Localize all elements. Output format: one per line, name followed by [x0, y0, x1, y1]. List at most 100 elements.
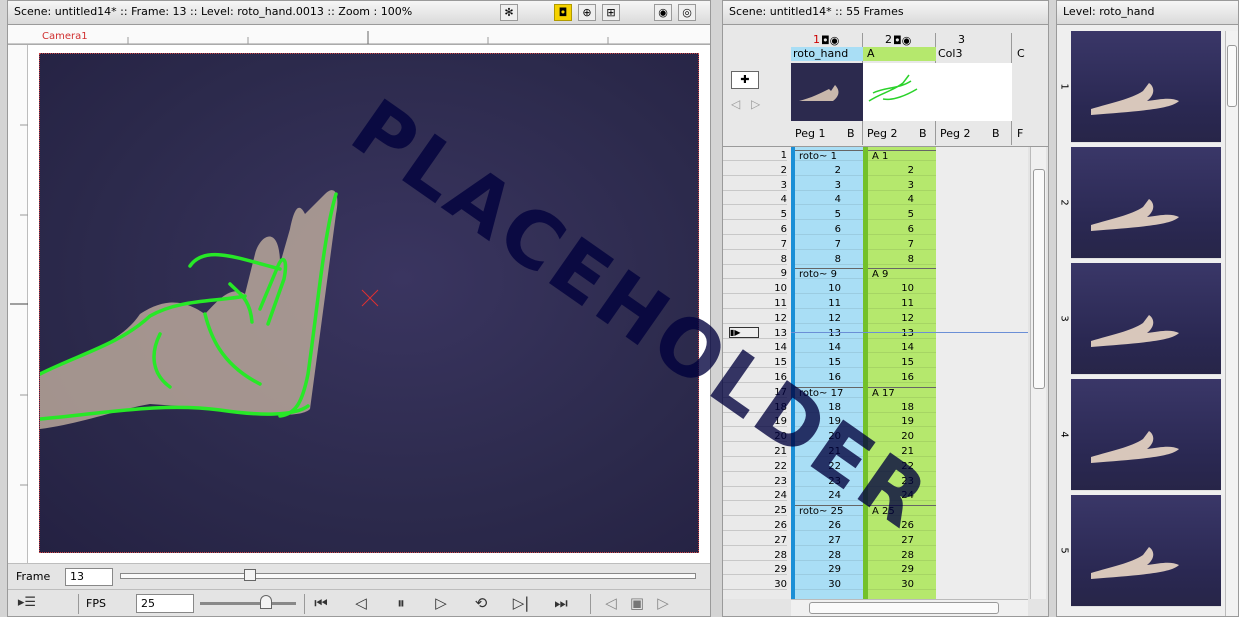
xsheet-cell[interactable]: 19 — [868, 416, 936, 428]
column-3-cells[interactable] — [936, 147, 1028, 599]
xsheet-cell[interactable]: 30 — [868, 579, 936, 591]
xsheet-cell[interactable]: 15 — [868, 357, 936, 369]
xsheet-cell[interactable]: 24 — [795, 490, 863, 502]
xsheet-cell[interactable]: 22 — [795, 461, 863, 472]
xsheet-cell[interactable]: 2 — [868, 165, 936, 176]
xsheet-cell[interactable]: 13 — [795, 328, 863, 339]
preview-eye-icon[interactable]: ◉ — [654, 4, 672, 21]
peg-label[interactable]: Peg 2 — [940, 127, 971, 140]
xsheet-cell[interactable]: 3 — [795, 180, 863, 191]
frame-number[interactable]: 15 — [723, 357, 787, 369]
frame-slider-handle[interactable] — [244, 569, 256, 581]
camstand-visible-icon[interactable]: ◘◉ — [893, 34, 911, 47]
scrollbar-thumb[interactable] — [809, 602, 999, 614]
frame-number[interactable]: 3 — [723, 180, 787, 191]
frame-number[interactable]: 26 — [723, 520, 787, 531]
frame-slider[interactable] — [120, 573, 696, 579]
scrollbar-thumb[interactable] — [1033, 169, 1045, 389]
frame-number[interactable]: 20 — [723, 431, 787, 443]
xsheet-cell[interactable]: 24 — [868, 490, 936, 502]
frame-number[interactable]: 17 — [723, 387, 787, 398]
xsheet-cell[interactable]: 3 — [868, 180, 936, 191]
xsheet-cell[interactable]: 5 — [868, 209, 936, 221]
peg-label[interactable]: Peg 2 — [867, 127, 898, 140]
play-icon[interactable]: ▷ — [428, 592, 454, 614]
xsheet-cell[interactable]: 27 — [868, 535, 936, 546]
xsheet-cell[interactable]: A 17 — [868, 386, 936, 399]
xsheet-cell[interactable]: 18 — [868, 402, 936, 413]
xsheet-cell[interactable]: 21 — [795, 446, 863, 457]
xsheet-cell[interactable]: 10 — [795, 283, 863, 295]
level-frame-thumbnail[interactable] — [1071, 263, 1221, 375]
playback-options-icon[interactable]: ▸☰ — [14, 592, 40, 614]
xsheet-cell[interactable]: A 1 — [868, 150, 936, 162]
frame-number[interactable]: 27 — [723, 535, 787, 546]
xsheet-cell[interactable]: roto~ 25 — [795, 505, 863, 517]
first-frame-icon[interactable]: ⏮ — [308, 592, 334, 614]
frame-number[interactable]: 21 — [723, 446, 787, 457]
next-level-icon[interactable]: ▷ — [751, 97, 760, 111]
frame-number[interactable]: 28 — [723, 550, 787, 561]
freeze-icon[interactable]: ✻ — [500, 4, 518, 21]
xsheet-cell[interactable]: 28 — [795, 550, 863, 561]
frame-number-column[interactable]: 1 2 3 4 5 6 7 8 9 10 11 12 13 14 15 16 17 18 19 20 21 22 23 24 2… — [723, 147, 791, 599]
column-name[interactable]: A — [863, 47, 936, 61]
fps-slider-handle[interactable] — [260, 595, 272, 609]
frame-number[interactable]: 25 — [723, 505, 787, 517]
xsheet-cell[interactable]: 8 — [868, 254, 936, 265]
column-3-header[interactable]: 3 Col3 Peg 2 B — [936, 33, 1012, 145]
fps-slider[interactable] — [200, 602, 296, 605]
frame-number[interactable]: 23 — [723, 476, 787, 487]
xsheet-cell[interactable]: 14 — [868, 342, 936, 354]
horizontal-ruler[interactable]: Camera1 — [8, 25, 710, 45]
frame-number[interactable]: 9 — [723, 268, 787, 280]
viewer-canvas[interactable] — [28, 45, 710, 563]
xsheet-cell[interactable]: 23 — [795, 476, 863, 487]
camera-stand-icon[interactable]: ⊞ — [602, 4, 620, 21]
column-name[interactable]: roto_hand — [791, 47, 863, 61]
next-frame-icon[interactable]: ▷| — [508, 592, 534, 614]
blend-label[interactable]: B — [847, 127, 855, 140]
frame-number[interactable]: 11 — [723, 298, 787, 309]
xsheet-cell[interactable]: 16 — [868, 372, 936, 383]
xsheet-cell[interactable]: 4 — [868, 194, 936, 206]
scrollbar-thumb[interactable] — [1227, 45, 1237, 107]
frame-number[interactable]: 22 — [723, 461, 787, 472]
level-strip-scrollbar[interactable] — [1225, 31, 1238, 616]
xsheet-cell[interactable]: 2 — [795, 165, 863, 176]
xsheet-cell[interactable]: 10 — [868, 283, 936, 295]
xsheet-cell[interactable]: 8 — [795, 254, 863, 265]
xsheet-cell[interactable]: roto~ 1 — [795, 150, 863, 162]
frame-number[interactable]: 19 — [723, 416, 787, 428]
xsheet-cell[interactable]: 16 — [795, 372, 863, 383]
peg-label[interactable]: Peg 1 — [795, 127, 826, 140]
level-frame-thumbnail[interactable] — [1071, 31, 1221, 143]
3d-view-icon[interactable]: ⊕ — [578, 4, 596, 21]
fps-field[interactable]: 25 — [136, 594, 194, 613]
xsheet-cell[interactable]: 19 — [795, 416, 863, 428]
xsheet-cell[interactable]: 5 — [795, 209, 863, 221]
camstand-visible-icon[interactable]: ◘◉ — [821, 34, 839, 47]
xsheet-cell[interactable]: 18 — [795, 402, 863, 413]
xsheet-cell[interactable]: 29 — [795, 564, 863, 576]
xsheet-cell[interactable]: 6 — [795, 224, 863, 235]
xsheet-cell[interactable]: 12 — [795, 313, 863, 324]
loop-icon[interactable]: ⟲ — [468, 592, 494, 614]
frame-number[interactable]: 7 — [723, 239, 787, 250]
column-4-name[interactable]: C — [1017, 47, 1025, 60]
drawing-marker-icon[interactable]: ▣ — [624, 592, 650, 614]
xsheet-cell[interactable]: 30 — [795, 579, 863, 591]
camera-view-icon[interactable]: ◘ — [554, 4, 572, 21]
column-2-cells[interactable]: A 12345678A 9 10 11 12 13 14 15 16 A 17 18 19 20 21 2… — [868, 147, 936, 599]
xsheet-cell[interactable]: 20 — [868, 431, 936, 443]
level-frame-thumbnail[interactable] — [1071, 147, 1221, 259]
frame-number[interactable]: 18 — [723, 402, 787, 413]
xsheet-cell[interactable]: roto~ 9 — [795, 268, 863, 280]
xsheet-cell[interactable]: 28 — [868, 550, 936, 561]
xsheet-vertical-scrollbar[interactable] — [1030, 147, 1046, 599]
level-strip-frames[interactable]: 1 2 3 4 5 — [1057, 25, 1238, 616]
xsheet-cell[interactable]: 26 — [868, 520, 936, 531]
frame-number[interactable]: 6 — [723, 224, 787, 235]
frame-number[interactable]: 14 — [723, 342, 787, 354]
column-name[interactable]: Col3 — [938, 47, 962, 60]
